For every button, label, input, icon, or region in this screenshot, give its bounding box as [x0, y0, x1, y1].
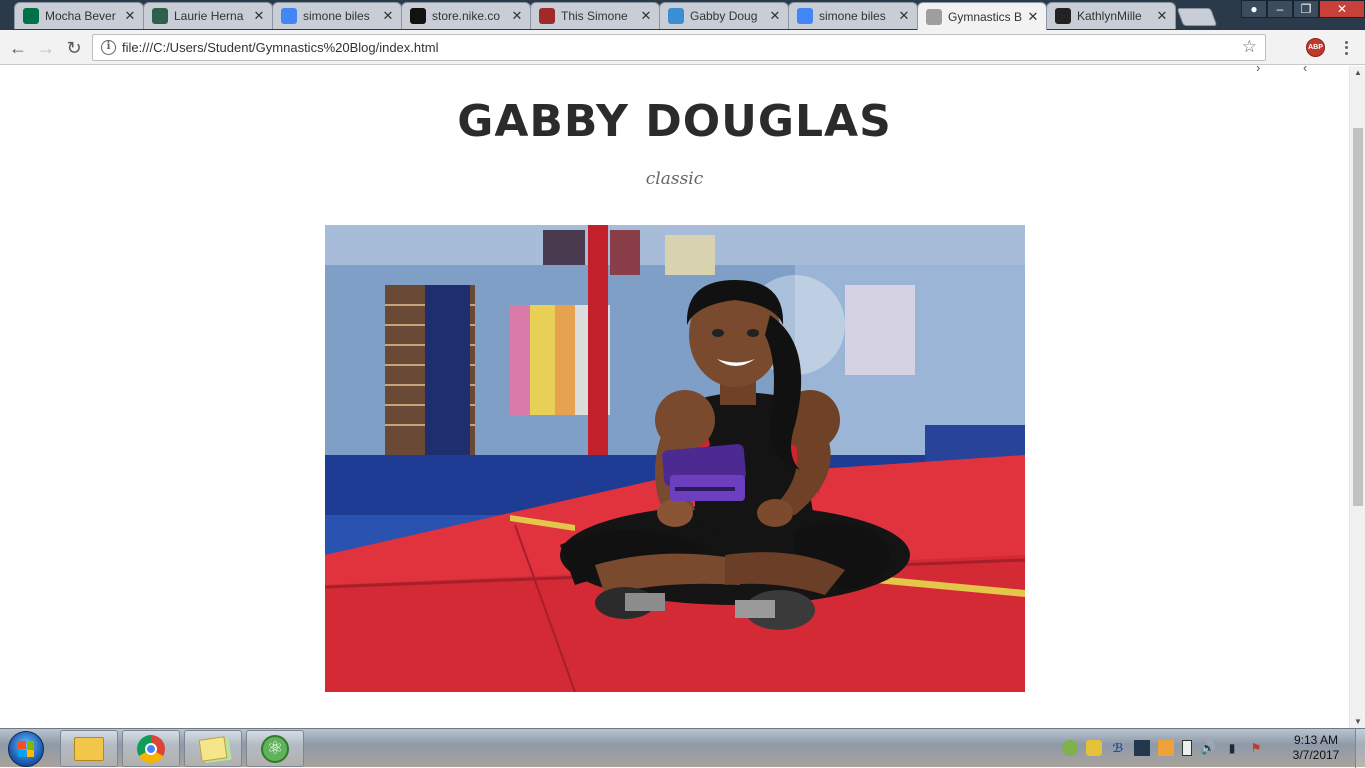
tray-network-app-icon[interactable] — [1086, 740, 1102, 756]
taskbar-explorer-button[interactable] — [60, 730, 118, 767]
tab-close-icon[interactable]: ✕ — [1155, 9, 1169, 23]
page-viewport: › ‹ GABBY DOUGLAS classic — [0, 66, 1349, 728]
scroll-up-arrow-icon[interactable]: ▲ — [1354, 68, 1362, 77]
google-icon — [797, 8, 813, 24]
profile-icon[interactable]: ● — [1241, 0, 1267, 18]
info-icon[interactable]: i — [101, 40, 116, 55]
nike-icon — [410, 8, 426, 24]
page-subtitle: classic — [645, 169, 704, 189]
tab-close-icon[interactable]: ✕ — [381, 9, 395, 23]
browser-tab[interactable]: Mocha Bever ✕ — [14, 2, 144, 29]
volume-icon[interactable]: 🔊 — [1200, 740, 1216, 756]
bluetooth-icon[interactable]: ℬ — [1110, 740, 1126, 756]
action-center-icon[interactable]: ⚑ — [1248, 740, 1264, 756]
window-controls: ● – ❐ ✕ — [1241, 0, 1365, 20]
minimize-button[interactable]: – — [1267, 0, 1293, 18]
adblock-extension-icon[interactable]: ABP — [1306, 38, 1325, 57]
tab-title: simone biles — [819, 9, 886, 23]
scrollbar-thumb[interactable] — [1353, 128, 1363, 506]
taskbar-sticky-notes-button[interactable] — [184, 730, 242, 767]
chevron-left-icon: ‹ — [1303, 66, 1308, 75]
tab-title: Gymnastics B — [948, 9, 1023, 24]
tab-close-icon[interactable]: ✕ — [252, 9, 266, 23]
clock-date: 3/7/2017 — [1292, 748, 1340, 762]
chevron-right-icon: › — [1256, 66, 1261, 75]
tab-close-icon[interactable]: ✕ — [897, 9, 911, 23]
browser-tab[interactable]: simone biles ✕ — [272, 2, 402, 29]
browser-tab[interactable]: simone biles ✕ — [788, 2, 918, 29]
address-url[interactable]: file:///C:/Users/Student/Gymnastics%20Bl… — [122, 40, 438, 55]
jj-icon — [668, 8, 684, 24]
taskbar-atom-button[interactable]: ⚛ — [246, 730, 304, 767]
starbucks-icon — [23, 8, 39, 24]
browser-tab[interactable]: Gabby Doug ✕ — [659, 2, 789, 29]
windows-taskbar: ⚛ ℬ 🔊 ▮ ⚑ 9:13 AM 3/7/2017 — [0, 728, 1365, 768]
page-icon — [926, 8, 942, 25]
system-tray: ℬ 🔊 ▮ ⚑ — [1062, 737, 1272, 759]
tab-close-icon[interactable]: ✕ — [768, 9, 782, 23]
tab-close-icon[interactable]: ✕ — [123, 9, 137, 23]
browser-tab[interactable]: Gymnastics B ✕ — [917, 2, 1047, 30]
vertical-scrollbar[interactable]: ▲ ▼ — [1349, 66, 1365, 728]
chrome-icon — [137, 734, 165, 763]
restore-button[interactable]: ❐ — [1293, 0, 1319, 18]
clock-time: 9:13 AM — [1293, 733, 1339, 747]
tab-strip: Mocha Bever ✕ Laurie Herna ✕ simone biles ✕ st… — [0, 0, 1365, 30]
tumblr-icon — [539, 8, 555, 24]
browser-tab[interactable]: Laurie Herna ✕ — [143, 2, 273, 29]
windows-logo-icon — [18, 741, 34, 757]
monitor-icon[interactable] — [1134, 740, 1150, 756]
browser-tab[interactable]: This Simone ✕ — [530, 2, 660, 29]
tab-close-icon[interactable]: ✕ — [1026, 9, 1040, 24]
reload-icon[interactable]: ↻ — [62, 36, 86, 60]
alert-flag-icon[interactable] — [1158, 740, 1174, 756]
tab-title: simone biles — [303, 9, 370, 23]
explorer-icon — [74, 736, 104, 761]
page-title: GABBY DOUGLAS — [457, 96, 892, 147]
browser-tab[interactable]: KathlynMille ✕ — [1046, 2, 1176, 29]
gymnast-photo — [325, 225, 1025, 692]
github-icon — [1055, 8, 1071, 24]
back-arrow-icon[interactable]: ← — [6, 36, 30, 60]
close-window-button[interactable]: ✕ — [1319, 0, 1365, 18]
scroll-down-arrow-icon[interactable]: ▼ — [1354, 717, 1362, 726]
sticky-notes-icon — [198, 735, 228, 762]
tab-close-icon[interactable]: ✕ — [510, 9, 524, 23]
taskbar-clock[interactable]: 9:13 AM 3/7/2017 — [1286, 733, 1346, 763]
tab-title: This Simone — [561, 9, 628, 23]
tab-title: store.nike.co — [432, 9, 501, 23]
forward-arrow-icon[interactable]: → — [34, 36, 58, 60]
browser-menu-icon[interactable] — [1341, 38, 1351, 58]
tab-title: Gabby Doug — [690, 9, 758, 23]
signal-icon[interactable]: ▮ — [1224, 740, 1240, 756]
browser-tab[interactable]: store.nike.co ✕ — [401, 2, 531, 29]
atom-icon: ⚛ — [261, 734, 289, 763]
google-icon — [281, 8, 297, 24]
tab-title: Laurie Herna — [174, 9, 244, 23]
browser-toolbar: ← → ↻ i file:///C:/Users/Student/Gymnast… — [0, 30, 1365, 65]
start-button[interactable] — [8, 731, 44, 767]
address-bar[interactable]: i file:///C:/Users/Student/Gymnastics%20… — [92, 34, 1266, 61]
battery-icon[interactable] — [1182, 740, 1192, 756]
tab-title: KathlynMille — [1077, 9, 1142, 23]
taskbar-chrome-button[interactable] — [122, 730, 180, 767]
tab-close-icon[interactable]: ✕ — [639, 9, 653, 23]
bookmark-star-icon[interactable]: ☆ — [1242, 37, 1257, 57]
show-desktop-button[interactable] — [1355, 729, 1365, 768]
tray-app-icon[interactable] — [1062, 740, 1078, 756]
h-icon — [152, 8, 168, 24]
tab-title: Mocha Bever — [45, 9, 116, 23]
tab-list: Mocha Bever ✕ Laurie Herna ✕ simone biles ✕ st… — [14, 2, 1176, 30]
new-tab-button[interactable] — [1176, 8, 1218, 26]
